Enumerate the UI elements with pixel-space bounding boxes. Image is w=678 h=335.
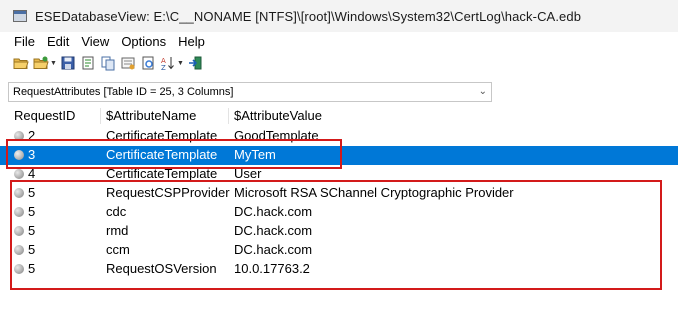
cell-requestid: 5 xyxy=(28,223,36,238)
cell-requestid: 5 xyxy=(28,204,36,219)
record-icon xyxy=(14,226,24,236)
open-folder-icon[interactable] xyxy=(12,54,30,72)
app-icon xyxy=(13,10,27,22)
chevron-down-icon[interactable]: ▼ xyxy=(50,60,57,67)
record-icon xyxy=(14,264,24,274)
record-icon xyxy=(14,245,24,255)
table-row[interactable]: 5 RequestCSPProvider Microsoft RSA SChan… xyxy=(0,184,678,203)
cell-attributename: RequestOSVersion xyxy=(106,261,217,276)
column-header-attributename[interactable]: $AttributeName xyxy=(106,108,196,123)
table-row[interactable]: 5 rmd DC.hack.com xyxy=(0,222,678,241)
menu-view[interactable]: View xyxy=(75,34,115,49)
cell-attributename: ccm xyxy=(106,242,130,257)
menu-file[interactable]: File xyxy=(8,34,41,49)
grid-header: RequestID $AttributeName $AttributeValue xyxy=(0,106,678,126)
cell-attributename: RequestCSPProvider xyxy=(106,185,230,200)
copy-icon[interactable] xyxy=(99,54,117,72)
record-icon xyxy=(14,169,24,179)
svg-text:Z: Z xyxy=(161,64,166,71)
exit-icon[interactable] xyxy=(186,54,204,72)
cell-attributename: CertificateTemplate xyxy=(106,128,218,143)
cell-attributevalue: GoodTemplate xyxy=(234,128,319,143)
table-row[interactable]: 5 RequestOSVersion 10.0.17763.2 xyxy=(0,260,678,279)
column-divider[interactable] xyxy=(100,108,101,124)
cell-requestid: 4 xyxy=(28,166,36,181)
record-icon xyxy=(14,131,24,141)
cell-attributename: CertificateTemplate xyxy=(106,166,218,181)
record-icon xyxy=(14,207,24,217)
column-header-requestid[interactable]: RequestID xyxy=(14,108,75,123)
toolbar: ▼ AZ ▼ xyxy=(0,50,678,76)
cell-attributevalue: DC.hack.com xyxy=(234,223,313,238)
open-recent-icon[interactable] xyxy=(32,54,50,72)
table-selector[interactable]: RequestAttributes [Table ID = 25, 3 Colu… xyxy=(8,82,492,102)
menu-edit[interactable]: Edit xyxy=(41,34,75,49)
chevron-down-icon[interactable]: ⌄ xyxy=(479,86,487,97)
cell-attributevalue: 10.0.17763.2 xyxy=(234,261,310,276)
table-row[interactable]: 2 CertificateTemplate GoodTemplate xyxy=(0,127,678,146)
cell-attributename: rmd xyxy=(106,223,129,238)
table-selector-value: RequestAttributes [Table ID = 25, 3 Colu… xyxy=(13,86,234,98)
column-header-attributevalue[interactable]: $AttributeValue xyxy=(234,108,322,123)
menu-help[interactable]: Help xyxy=(172,34,211,49)
cell-attributename: cdc xyxy=(106,204,127,219)
window-title: ESEDatabaseView: E:\C__NONAME [NTFS]\[ro… xyxy=(35,8,582,24)
record-icon xyxy=(14,188,24,198)
cell-requestid: 2 xyxy=(28,128,36,143)
chevron-down-icon[interactable]: ▼ xyxy=(177,60,184,67)
sort-icon[interactable]: AZ xyxy=(159,54,177,72)
table-row[interactable]: 5 ccm DC.hack.com xyxy=(0,241,678,260)
attributes-grid[interactable]: RequestID $AttributeName $AttributeValue… xyxy=(0,106,678,335)
cell-requestid: 5 xyxy=(28,242,36,257)
save-icon[interactable] xyxy=(59,54,77,72)
table-row-selected[interactable]: 3 CertificateTemplate MyTem xyxy=(0,146,678,165)
cell-attributevalue: User xyxy=(234,166,262,181)
cell-requestid: 3 xyxy=(28,147,36,162)
title-bar: ESEDatabaseView: E:\C__NONAME [NTFS]\[ro… xyxy=(0,0,678,32)
cell-requestid: 5 xyxy=(28,261,36,276)
cell-requestid: 5 xyxy=(28,185,36,200)
record-icon xyxy=(14,150,24,160)
export-icon[interactable] xyxy=(79,54,97,72)
cell-attributevalue: Microsoft RSA SChannel Cryptographic Pro… xyxy=(234,185,514,200)
menu-bar: File Edit View Options Help xyxy=(0,32,678,50)
html-report-icon[interactable] xyxy=(139,54,157,72)
properties-icon[interactable] xyxy=(119,54,137,72)
cell-attributevalue: DC.hack.com xyxy=(234,204,313,219)
cell-attributevalue: DC.hack.com xyxy=(234,242,313,257)
table-row[interactable]: 4 CertificateTemplate User xyxy=(0,165,678,184)
column-divider[interactable] xyxy=(228,108,229,124)
table-row[interactable]: 5 cdc DC.hack.com xyxy=(0,203,678,222)
cell-attributevalue: MyTem xyxy=(234,147,276,162)
menu-options[interactable]: Options xyxy=(115,34,172,49)
cell-attributename: CertificateTemplate xyxy=(106,147,218,162)
